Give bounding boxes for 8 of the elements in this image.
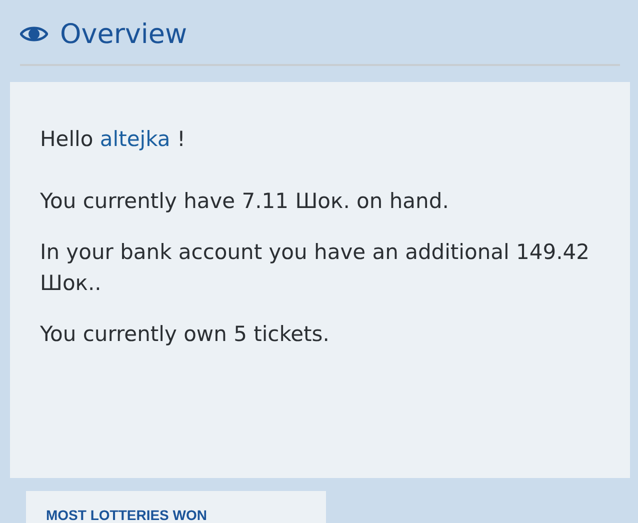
info-text: In your bank account you have an additional 149.42 Шок.. [40,239,591,297]
section-title: Overview [60,18,188,50]
greeting-text: Hello altejka ! [40,126,186,153]
info-text: You currently own 5 tickets. [40,321,330,348]
username-link[interactable]: altejka [100,127,170,151]
card-title: MOST LOTTERIES WON [46,507,207,523]
eye-icon [20,25,48,43]
info-text: You currently have 7.11 Шок. on hand. [40,188,450,215]
